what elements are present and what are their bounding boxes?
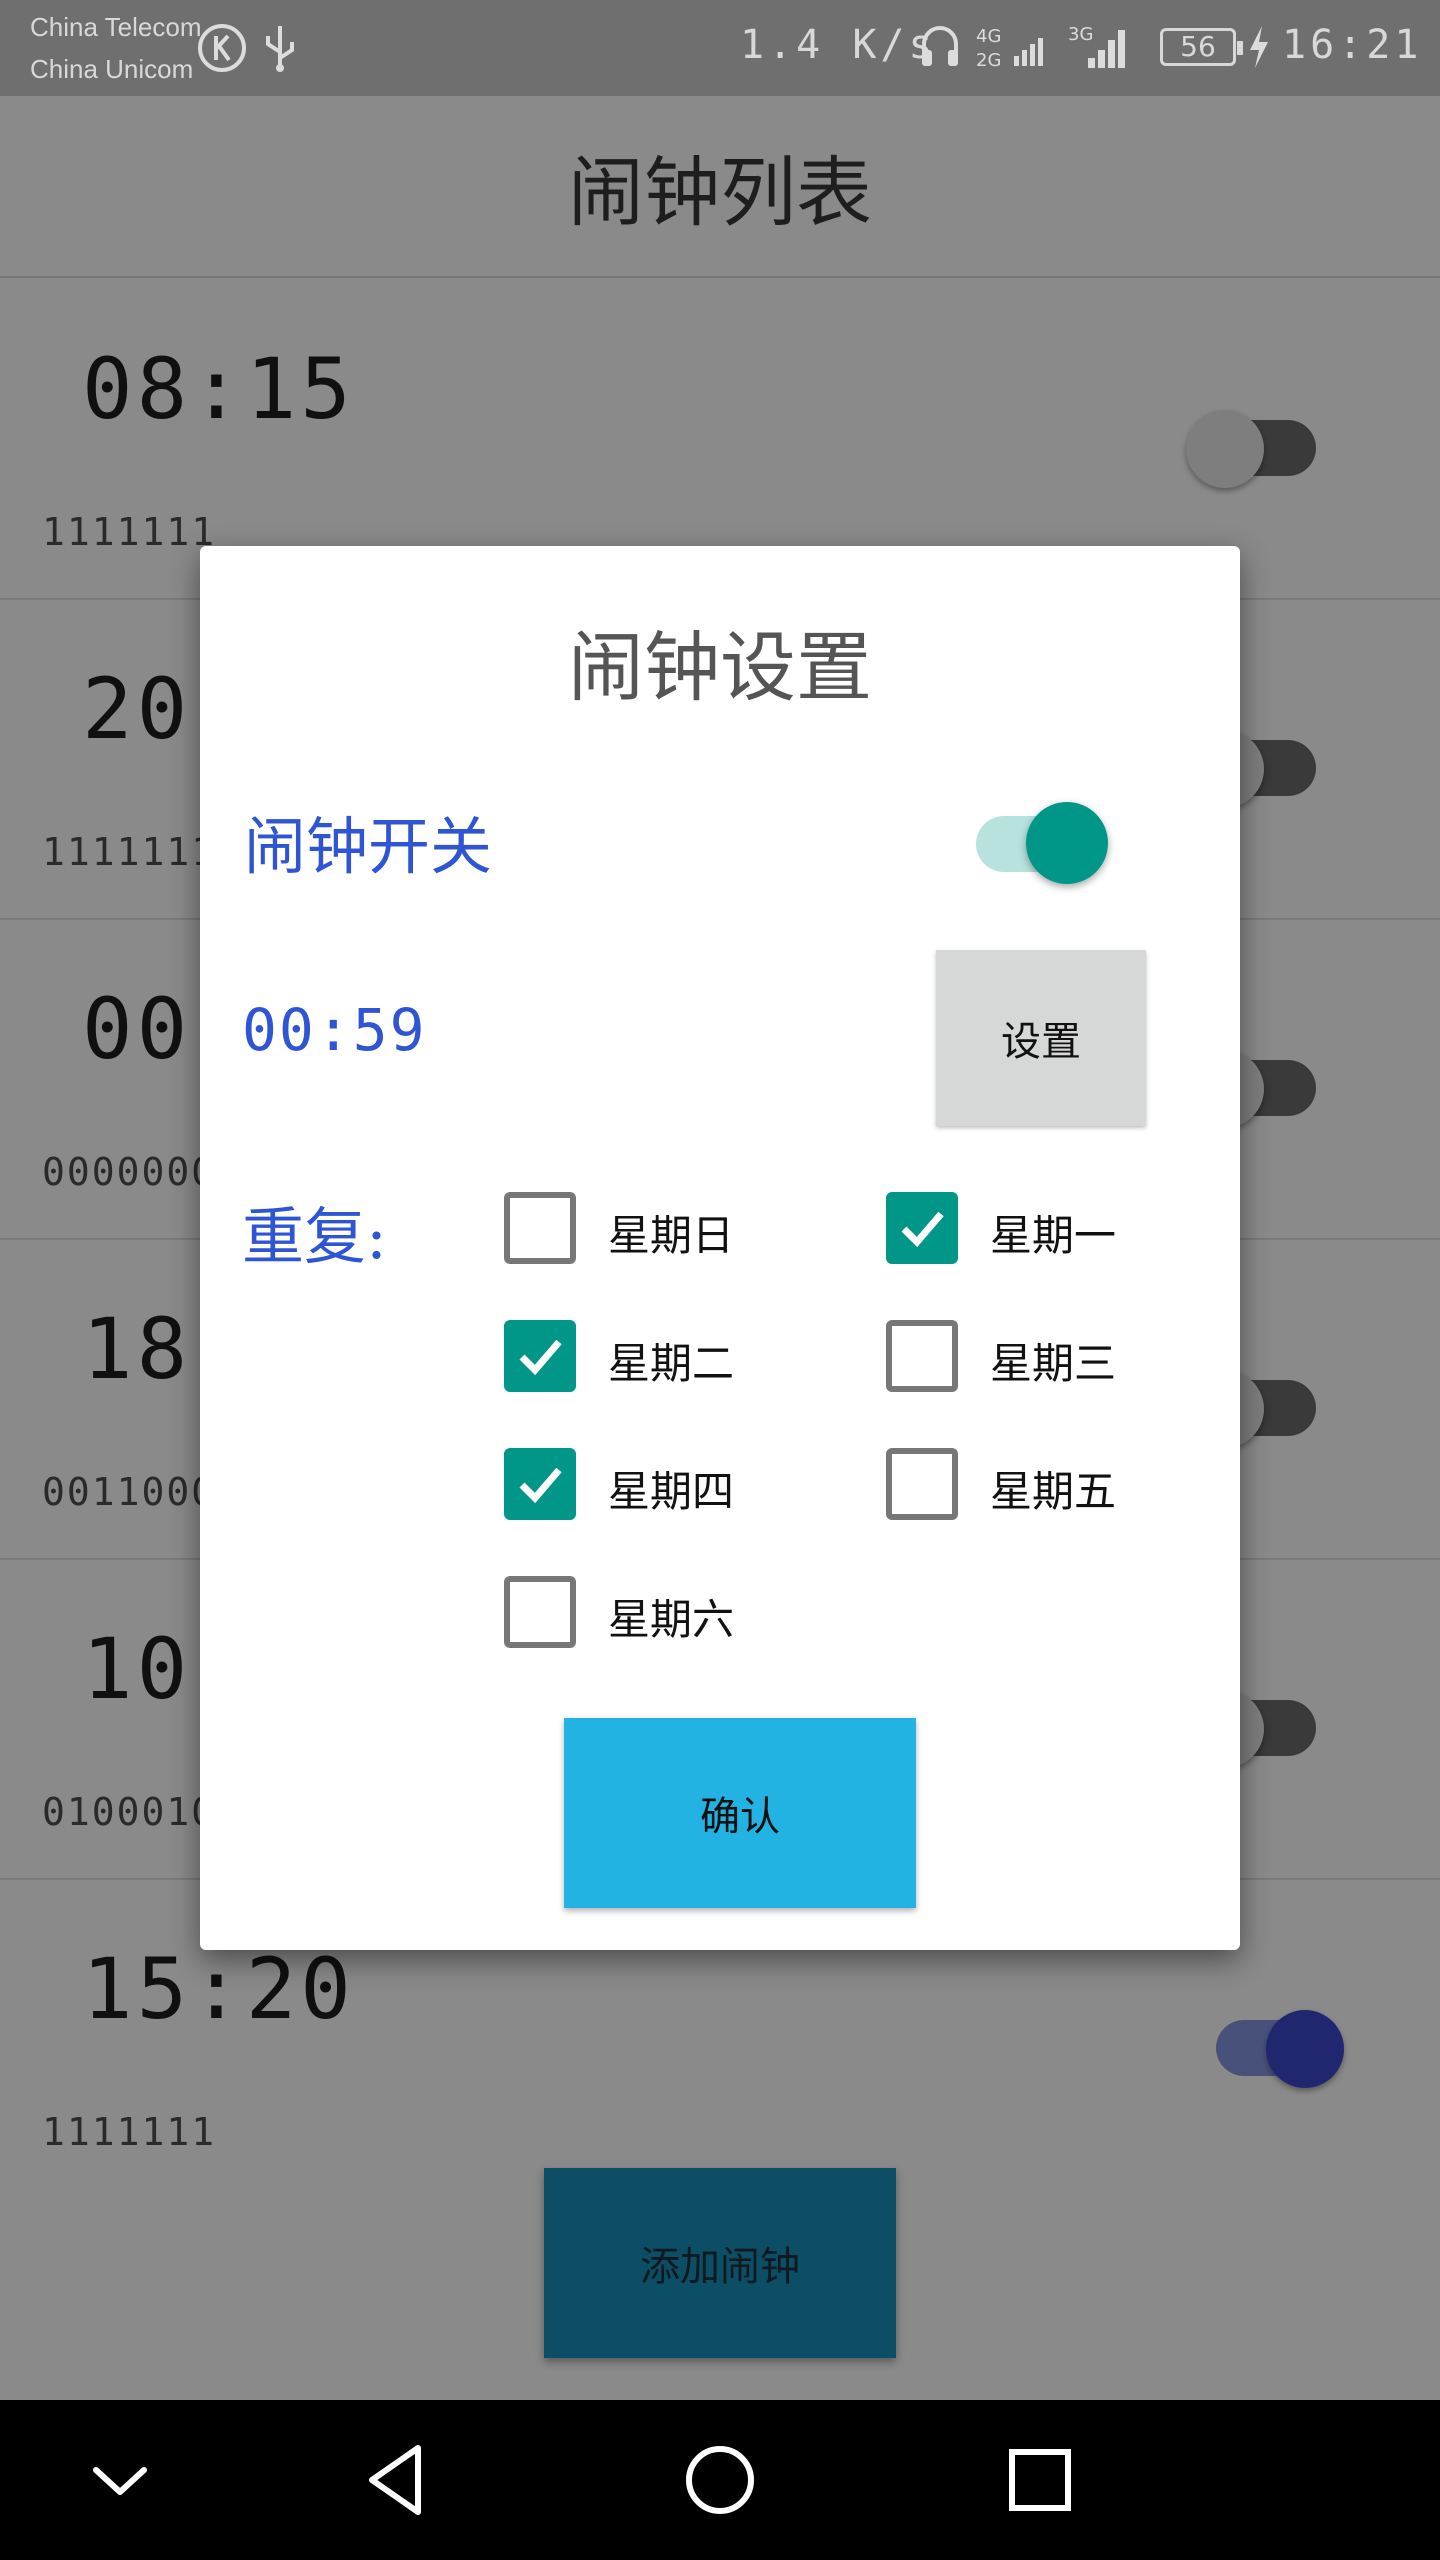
checkbox-label-sunday: 星期日 [608, 1211, 735, 1260]
checkbox-label-monday: 星期一 [990, 1211, 1117, 1260]
recents-square-icon[interactable] [1000, 2440, 1080, 2520]
headset-icon [918, 22, 962, 81]
network-speed: 1.4 K/s [740, 22, 937, 68]
checkbox-label-friday: 星期五 [990, 1467, 1117, 1516]
confirm-button[interactable]: 确认 [564, 1718, 916, 1908]
checkbox-label-wednesday: 星期三 [990, 1339, 1117, 1388]
status-bar: China Telecom China Unicom 1.4 K/s 4G 2G … [0, 0, 1440, 96]
checkbox-wednesday[interactable] [886, 1320, 958, 1392]
alarm-switch-label: 闹钟开关 [244, 810, 493, 883]
checkbox-saturday[interactable] [504, 1576, 576, 1648]
svg-text:2G: 2G [976, 50, 1001, 71]
checkmark-icon [901, 1211, 944, 1248]
checkbox-friday[interactable] [886, 1448, 958, 1520]
signal-icon: 3G [1066, 22, 1136, 83]
carrier-label-1: China Telecom [30, 12, 202, 42]
network-4g-icon: 4G 2G [974, 22, 1054, 83]
clock: 16:21 [1282, 22, 1423, 68]
checkbox-monday[interactable] [886, 1192, 958, 1264]
k-circle-icon [196, 22, 248, 85]
alarm-switch-toggle[interactable] [1026, 802, 1108, 884]
carrier-label-2: China Unicom [30, 54, 194, 84]
checkbox-sunday[interactable] [504, 1192, 576, 1264]
checkmark-icon [519, 1467, 562, 1504]
back-triangle-icon[interactable] [358, 2440, 438, 2520]
alarm-settings-dialog: 闹钟设置 闹钟开关 00:59 设置 重复: 星期日 星期一 星期二 星期三 星… [200, 546, 1240, 1950]
checkbox-tuesday[interactable] [504, 1320, 576, 1392]
checkbox-label-thursday: 星期四 [608, 1467, 735, 1516]
selected-time: 00:59 [242, 996, 427, 1064]
repeat-label: 重复: [242, 1200, 387, 1273]
svg-text:4G: 4G [976, 26, 1001, 47]
usb-icon [262, 22, 298, 85]
svg-text:3G: 3G [1068, 24, 1093, 45]
checkbox-label-tuesday: 星期二 [608, 1339, 735, 1388]
battery-indicator: 56 [1160, 28, 1243, 66]
chevron-down-icon[interactable] [80, 2440, 160, 2520]
checkbox-thursday[interactable] [504, 1448, 576, 1520]
set-time-button[interactable]: 设置 [936, 950, 1146, 1126]
dialog-title: 闹钟设置 [568, 623, 872, 712]
charging-icon [1246, 22, 1272, 83]
checkmark-icon [519, 1339, 562, 1376]
navigation-bar [0, 2400, 1440, 2560]
checkbox-label-saturday: 星期六 [608, 1595, 735, 1644]
home-circle-icon[interactable] [680, 2440, 760, 2520]
